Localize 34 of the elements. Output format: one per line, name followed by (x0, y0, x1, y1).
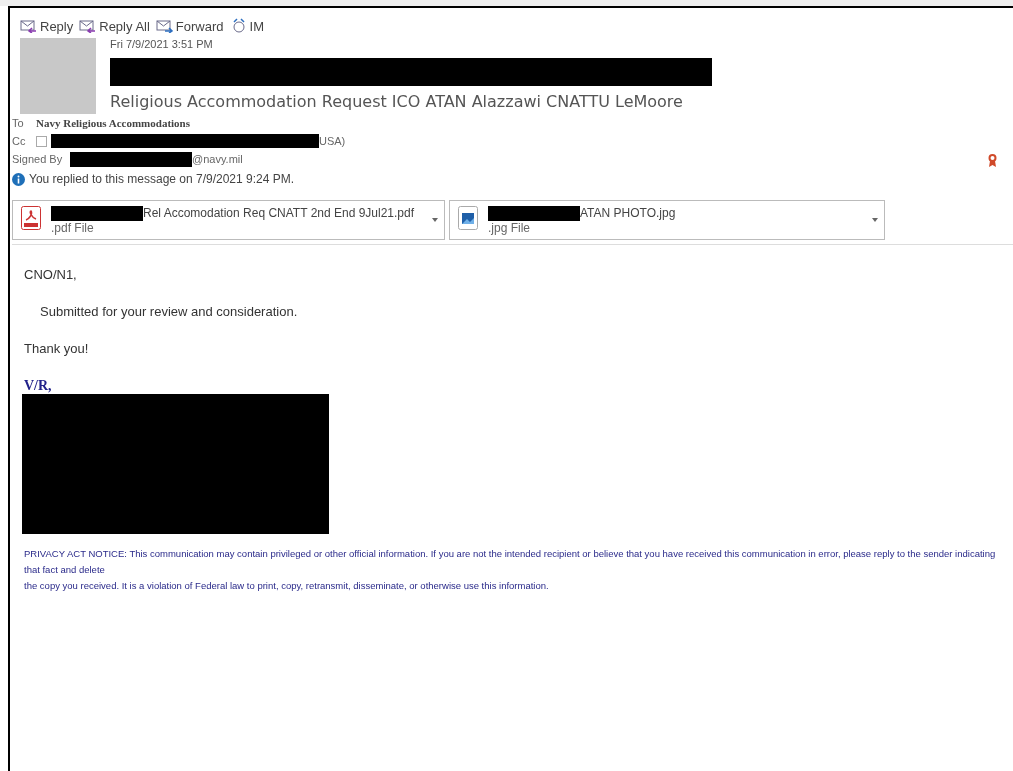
checkbox[interactable] (36, 135, 47, 147)
dropdown-icon[interactable] (432, 218, 438, 222)
file-type: .pdf File (51, 220, 95, 235)
cc-address: USA) (319, 135, 346, 147)
reply-icon (79, 19, 98, 33)
subject-line: Religious Accommodation Request ICO ATAN Alazzawi CNATTU LeMoore (110, 92, 684, 111)
file-name: Rel Accomodation Req CNATT 2nd End 9Jul21.pdf (143, 206, 415, 220)
to-label: To (12, 117, 25, 129)
forward-icon (155, 19, 174, 33)
body-text: Thank you! (24, 341, 90, 356)
signer-address: @navy.mil (192, 153, 243, 165)
signoff: V/R, (24, 378, 53, 394)
info-icon (12, 172, 25, 186)
body-text: Submitted for your review and consideration. (39, 304, 299, 319)
sent-date: Fri 7/9/2021 3:51 PM (110, 38, 214, 50)
toolbar-button[interactable]: IM (229, 18, 264, 34)
attachment-card[interactable]: ATAN PHOTO.jpg .jpg File (449, 200, 885, 240)
file-name: ATAN PHOTO.jpg (580, 206, 676, 220)
certificate-icon (988, 154, 997, 168)
toolbar-button[interactable]: Reply All (79, 18, 150, 34)
dropdown-icon[interactable] (872, 218, 878, 222)
image-file-icon (458, 206, 478, 230)
info-message: You replied to this message on 7/9/2021 9:24 PM. (29, 172, 295, 186)
recipient-name: Navy Religious Accommodations (36, 117, 190, 129)
privacy-notice: the copy you received. It is a violation of Federal law to print, copy, retransmit, disseminate, or otherwise use this information. (24, 579, 550, 593)
attachment-card[interactable]: Rel Accomodation Req CNATT 2nd End 9Jul21.pdf .pdf File (12, 200, 445, 240)
toolbar-button[interactable]: Reply (20, 18, 74, 34)
toolbar-button[interactable]: Forward (155, 18, 224, 34)
signed-by-label: Signed By (12, 153, 64, 165)
pdf-file-icon (21, 206, 41, 230)
cc-label: Cc (12, 135, 27, 147)
greeting: CNO/N1, (24, 267, 78, 282)
reply-icon (20, 19, 38, 33)
file-type: .jpg File (488, 220, 532, 235)
